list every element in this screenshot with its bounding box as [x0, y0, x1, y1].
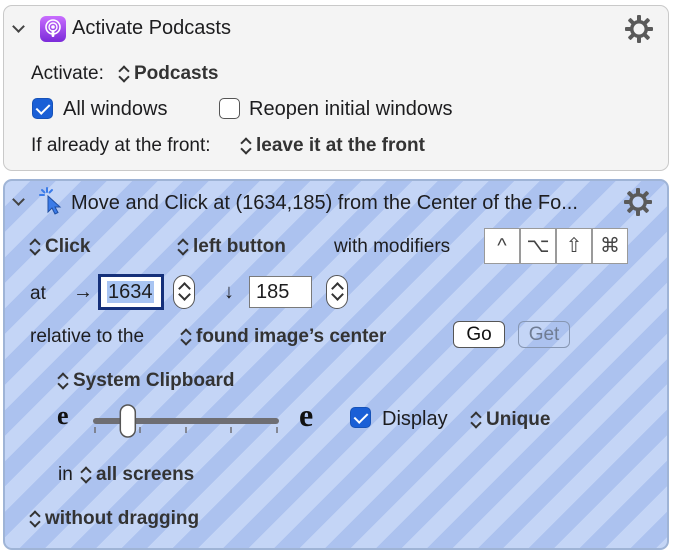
collapse-chevron-icon[interactable] [12, 20, 25, 33]
screens-popup[interactable]: all screens [81, 464, 194, 486]
get-button[interactable]: Get [518, 321, 570, 348]
all-windows-label: All windows [63, 98, 168, 120]
all-windows-checkbox[interactable] [32, 98, 53, 119]
fuzz-slider-track [93, 404, 279, 438]
collapse-chevron-icon[interactable] [12, 193, 25, 206]
click-type-value: Click [45, 236, 91, 257]
click-type-popup[interactable]: Click [30, 236, 90, 258]
mouse-button-popup[interactable]: left button [178, 236, 286, 258]
activate-podcasts-action[interactable]: Activate Podcasts Activate: Podcasts All… [3, 5, 669, 171]
drag-mode-popup[interactable]: without dragging [30, 508, 199, 530]
action-title: Move and Click at (1634,185) from the Ce… [71, 192, 578, 214]
relative-to-value: found image’s center [196, 326, 387, 347]
right-arrow-icon: → [73, 281, 93, 303]
y-coordinate-value: 185 [256, 281, 290, 303]
image-source-popup[interactable]: System Clipboard [58, 370, 235, 392]
display-label: Display [382, 408, 448, 430]
application-popup-value: Podcasts [134, 63, 219, 84]
match-mode-popup[interactable]: Unique [471, 409, 550, 431]
control-modifier-toggle[interactable]: ^ [484, 228, 520, 264]
go-button[interactable]: Go [453, 321, 505, 348]
x-coordinate-value: 1634 [107, 281, 154, 303]
popup-updown-icon [81, 466, 91, 484]
fuzz-precise-label: e [57, 401, 69, 430]
already-front-popup-value: leave it at the front [256, 135, 425, 156]
fuzz-slider[interactable] [91, 403, 283, 439]
at-label: at [30, 283, 46, 304]
drag-mode-value: without dragging [45, 508, 200, 529]
match-mode-value: Unique [486, 409, 551, 430]
down-arrow-icon: ↓ [224, 281, 234, 303]
move-and-click-action[interactable]: Move and Click at (1634,185) from the Ce… [3, 179, 669, 550]
popup-updown-icon [30, 238, 40, 256]
action-title: Activate Podcasts [72, 17, 231, 39]
already-front-popup[interactable]: leave it at the front [241, 135, 425, 157]
in-label: in [58, 464, 73, 485]
popup-updown-icon [471, 411, 481, 429]
x-coordinate-field[interactable]: 1634 [98, 274, 164, 310]
y-coordinate-stepper[interactable] [326, 275, 348, 309]
reopen-windows-checkbox[interactable] [219, 98, 240, 119]
fuzz-slider-thumb[interactable] [119, 404, 137, 438]
popup-updown-icon [58, 372, 68, 390]
podcasts-app-icon [40, 16, 66, 42]
fuzz-fuzzy-label: e [299, 397, 314, 433]
popup-updown-icon [178, 238, 188, 256]
popup-updown-icon [119, 65, 129, 83]
mouse-button-value: left button [193, 236, 286, 257]
x-coordinate-stepper[interactable] [173, 275, 195, 309]
relative-to-popup[interactable]: found image’s center [181, 326, 386, 348]
modifiers-label: with modifiers [334, 236, 451, 257]
popup-updown-icon [181, 328, 191, 346]
shift-modifier-toggle[interactable]: ⇧ [556, 228, 592, 264]
mouse-click-icon [39, 187, 65, 215]
display-checkbox[interactable] [350, 407, 371, 428]
option-modifier-toggle[interactable]: ⌥ [520, 228, 556, 264]
relative-to-label: relative to the [30, 326, 145, 347]
gear-icon[interactable] [624, 14, 654, 44]
y-coordinate-field[interactable]: 185 [249, 276, 312, 308]
image-source-value: System Clipboard [73, 370, 235, 391]
activate-label: Activate: [31, 63, 104, 84]
reopen-windows-label: Reopen initial windows [249, 98, 453, 120]
command-modifier-toggle[interactable]: ⌘ [592, 228, 628, 264]
popup-updown-icon [30, 510, 40, 528]
gear-icon[interactable] [623, 187, 653, 217]
popup-updown-icon [241, 137, 251, 155]
application-popup[interactable]: Podcasts [119, 63, 218, 85]
already-front-label: If already at the front: [31, 135, 211, 156]
screens-value: all screens [96, 464, 195, 485]
